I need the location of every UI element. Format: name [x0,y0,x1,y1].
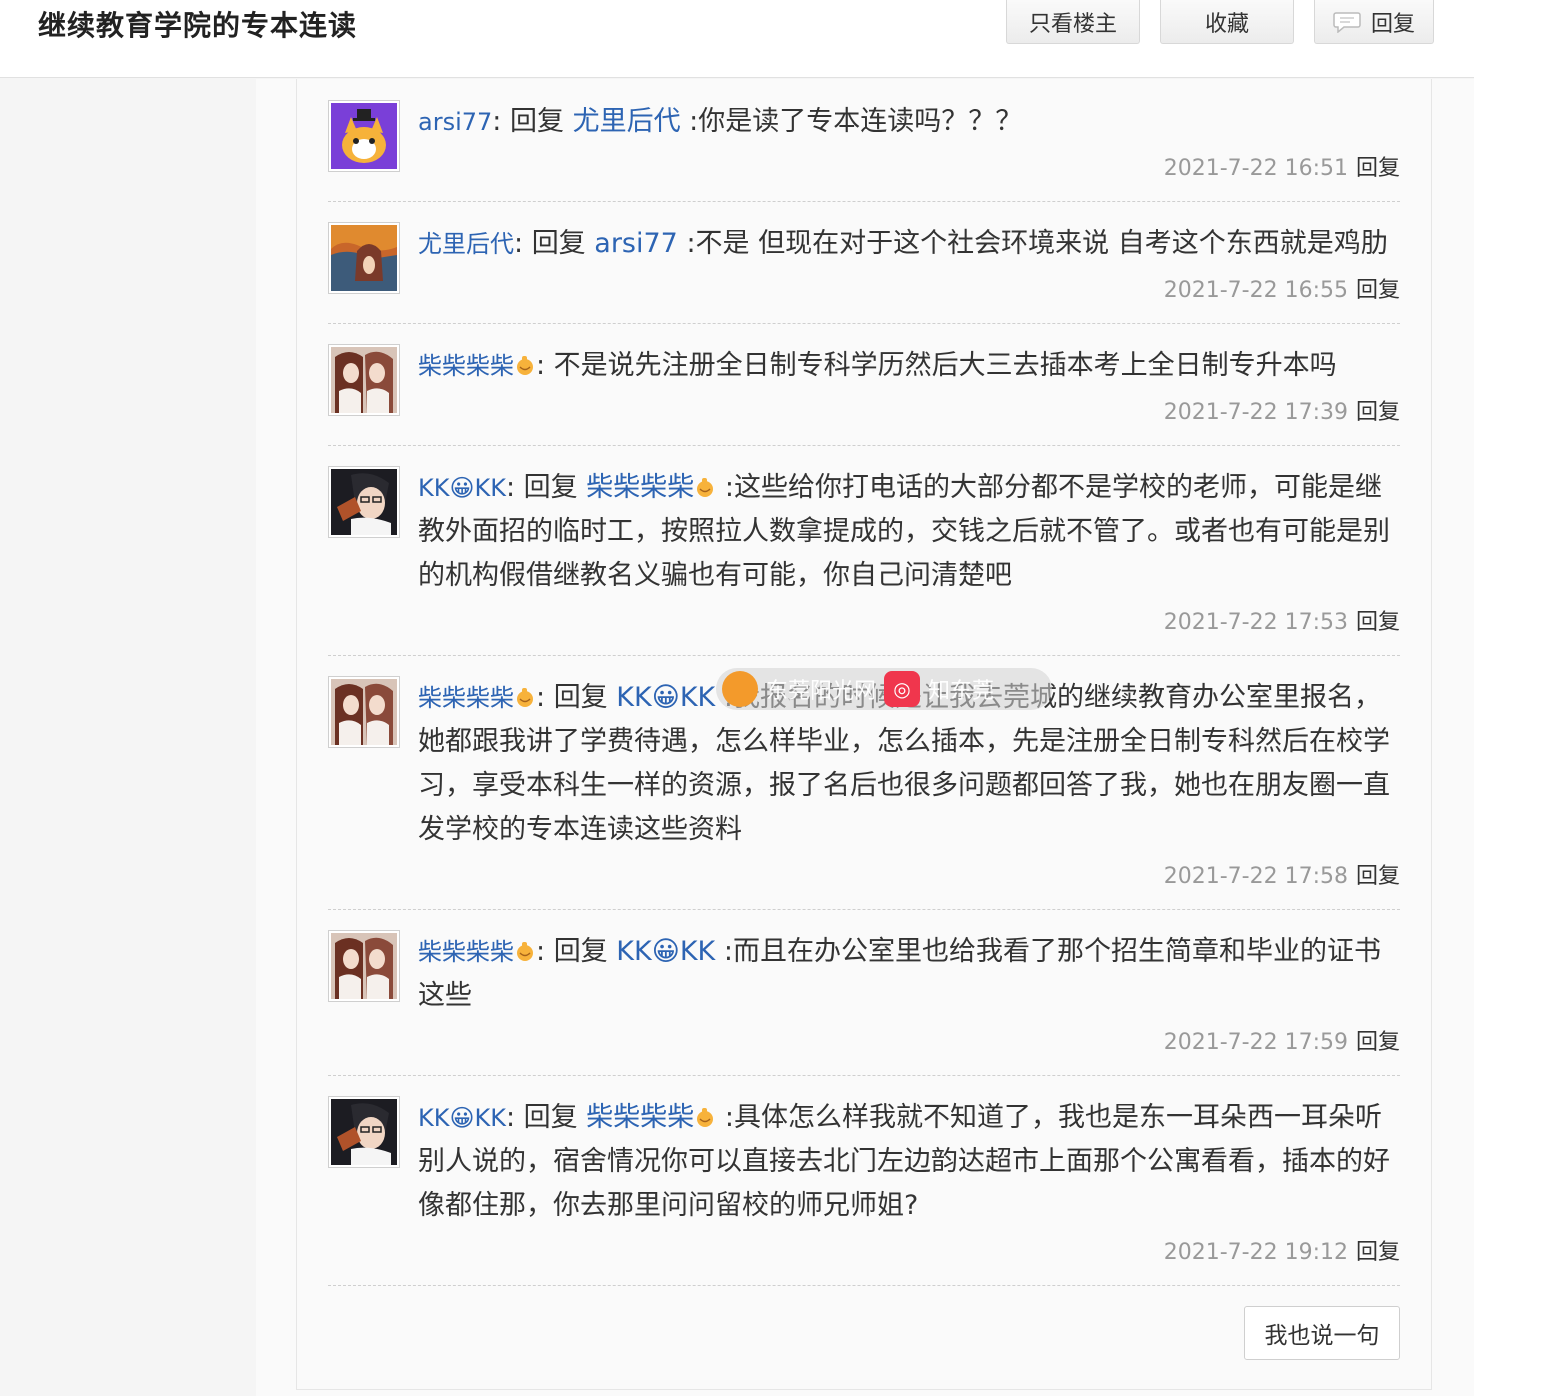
avatar[interactable] [328,100,400,172]
comment-time: 2021-7-22 17:58 [1163,864,1348,889]
comment-username[interactable]: 柴柴柴柴 [418,352,514,380]
comment-item: KK😀KK: 回复 柴柴柴柴 :具体怎么样我就不知道了，我也是东一耳朵西一耳朵听… [328,1096,1400,1286]
target-logo-icon: ◎ [884,671,921,707]
top-bar: 继续教育学院的专本连读 只看楼主 收藏 回复 [0,0,1474,78]
reply-target[interactable]: KK😀KK [616,936,715,967]
comment-body: :不是 但现在对于这个社会环境来说 自考这个东西就是鸡肋 [686,228,1388,259]
anime-girl-avatar-icon [331,933,397,999]
comment-meta: 2021-7-22 16:55 回复 [1164,272,1400,304]
comment-body: :你是读了专本连读吗？？？ [689,106,1023,137]
avatar[interactable] [328,1096,400,1168]
comment-reply-link[interactable]: 回复 [1356,1030,1400,1055]
avatar[interactable] [328,676,400,748]
reply-target[interactable]: KK😀KK [616,682,715,713]
reply-label: 回复 [1370,11,1415,37]
hand-emoji-icon [517,356,533,375]
comment-item: 柴柴柴柴: 回复 KK😀KK :而且在办公室里也给我看了那个招生简章和毕业的证书… [328,930,1400,1076]
avatar[interactable] [328,466,400,538]
reply-prefix: 回复 [553,936,608,967]
divider [328,1075,1400,1076]
right-gutter [1474,0,1548,1396]
reply-prefix: 回复 [523,1102,578,1133]
hand-emoji-icon [517,942,533,961]
sun-logo-icon [722,671,758,707]
comment-username[interactable]: 柴柴柴柴 [418,938,514,966]
comment-username[interactable]: KK😀KK [418,1104,506,1132]
comment-text: KK😀KK: 回复 柴柴柴柴 :这些给你打电话的大部分都不是学校的老师，可能是继… [418,472,1390,591]
comment-meta: 2021-7-22 16:51 回复 [1164,150,1400,182]
watermark: 东莞阳光网 ◎ 知东莞 [716,668,1052,710]
comment-item: 柴柴柴柴 : 不是说先注册全日制专科学历然后大三去插本考上全日制专升本吗 2021… [328,344,1400,446]
divider [328,909,1400,910]
comment-reply-link[interactable]: 回复 [1356,1240,1400,1265]
divider [328,445,1400,446]
comment-meta: 2021-7-22 17:39 回复 [1164,394,1400,426]
reply-prefix: 回复 [531,228,586,259]
comment-time: 2021-7-22 17:59 [1163,1030,1348,1055]
comment-reply-link[interactable]: 回复 [1356,864,1400,889]
left-panel [0,79,256,1396]
comment-text: 柴柴柴柴 : 不是说先注册全日制专科学历然后大三去插本考上全日制专升本吗 [418,344,1400,388]
favorite-label: 收藏 [1204,11,1249,37]
reply-target[interactable]: 柴柴柴柴 [586,1102,694,1133]
comment-item: KK😀KK: 回复 柴柴柴柴 :这些给你打电话的大部分都不是学校的老师，可能是继… [328,466,1400,656]
only-owner-button[interactable]: 只看楼主 [1006,0,1140,44]
comment-meta: 2021-7-22 17:58 回复 [1164,858,1400,890]
comment-username[interactable]: arsi77 [418,108,492,136]
only-owner-label: 只看楼主 [1028,11,1117,37]
comment-username[interactable]: 柴柴柴柴 [418,684,514,712]
comment-time: 2021-7-22 19:12 [1163,1240,1348,1265]
watermark-text-1: 东莞阳光网 [766,679,877,704]
comment-time: 2021-7-22 16:51 [1163,156,1348,181]
reply-prefix: 回复 [523,472,578,503]
comment-reply-link[interactable]: 回复 [1356,278,1400,303]
comment-item: 柴柴柴柴: 回复 KK😀KK :我报名的时候是让我去莞城的继续教育办公室里报名，… [328,676,1400,910]
comment-text: 尤里后代: 回复 arsi77 :不是 但现在对于这个社会环境来说 自考这个东西… [418,228,1388,259]
divider [328,1285,1400,1286]
comment-item: 尤里后代: 回复 arsi77 :不是 但现在对于这个社会环境来说 自考这个东西… [328,222,1400,324]
comment-item: arsi77: 回复 尤里后代 :你是读了专本连读吗？？？ 2021-7-22 … [328,100,1400,202]
anime-girl-avatar-icon [331,347,397,413]
comment-reply-link[interactable]: 回复 [1356,156,1400,181]
anime-boy-avatar-icon [331,469,397,535]
avatar[interactable] [328,930,400,1002]
anime-girl-avatar-icon [331,679,397,745]
comment-reply-link[interactable]: 回复 [1356,400,1400,425]
reply-target[interactable]: 尤里后代 [573,106,681,137]
page-title: 继续教育学院的专本连读 [38,9,358,42]
reply-target[interactable]: 柴柴柴柴 [586,472,694,503]
comment-text: KK😀KK: 回复 柴柴柴柴 :具体怎么样我就不知道了，我也是东一耳朵西一耳朵听… [418,1102,1390,1221]
divider [328,201,1400,202]
comment-time: 2021-7-22 16:55 [1163,278,1348,303]
comment-text: arsi77: 回复 尤里后代 :你是读了专本连读吗？？？ [418,106,1023,137]
comment-meta: 2021-7-22 19:12 回复 [1164,1234,1400,1266]
comment-time: 2021-7-22 17:53 [1163,610,1348,635]
reply-button[interactable]: 回复 [1314,0,1434,44]
hand-emoji-icon [697,478,714,497]
divider [328,323,1400,324]
avatar[interactable] [328,222,400,294]
hand-emoji-icon [697,1108,714,1127]
comment-text: 柴柴柴柴: 回复 KK😀KK :而且在办公室里也给我看了那个招生简章和毕业的证书… [418,936,1381,1011]
reply-prefix: 回复 [553,682,608,713]
comment-reply-link[interactable]: 回复 [1356,610,1400,635]
comment-username[interactable]: 尤里后代 [418,230,514,258]
comment-body: : 不是说先注册全日制专科学历然后大三去插本考上全日制专升本吗 [536,350,1337,381]
hand-emoji-icon [517,688,533,707]
avatar[interactable] [328,344,400,416]
anime-boy-avatar-icon [331,1099,397,1165]
comment-username[interactable]: KK😀KK [418,474,506,502]
cat-avatar-icon [331,103,397,169]
comment-time: 2021-7-22 17:39 [1163,400,1348,425]
comment-meta: 2021-7-22 17:53 回复 [1164,604,1400,636]
say-something-button[interactable]: 我也说一句 [1244,1306,1400,1360]
divider [328,655,1400,656]
comment-meta: 2021-7-22 17:59 回复 [1164,1024,1400,1056]
speech-bubble-icon [1333,11,1361,33]
reply-prefix: 回复 [509,106,564,137]
favorite-button[interactable]: 收藏 [1160,0,1294,44]
scream-avatar-icon [331,225,397,291]
reply-target[interactable]: arsi77 [594,228,678,259]
watermark-text-2: 知东莞 [928,679,995,704]
